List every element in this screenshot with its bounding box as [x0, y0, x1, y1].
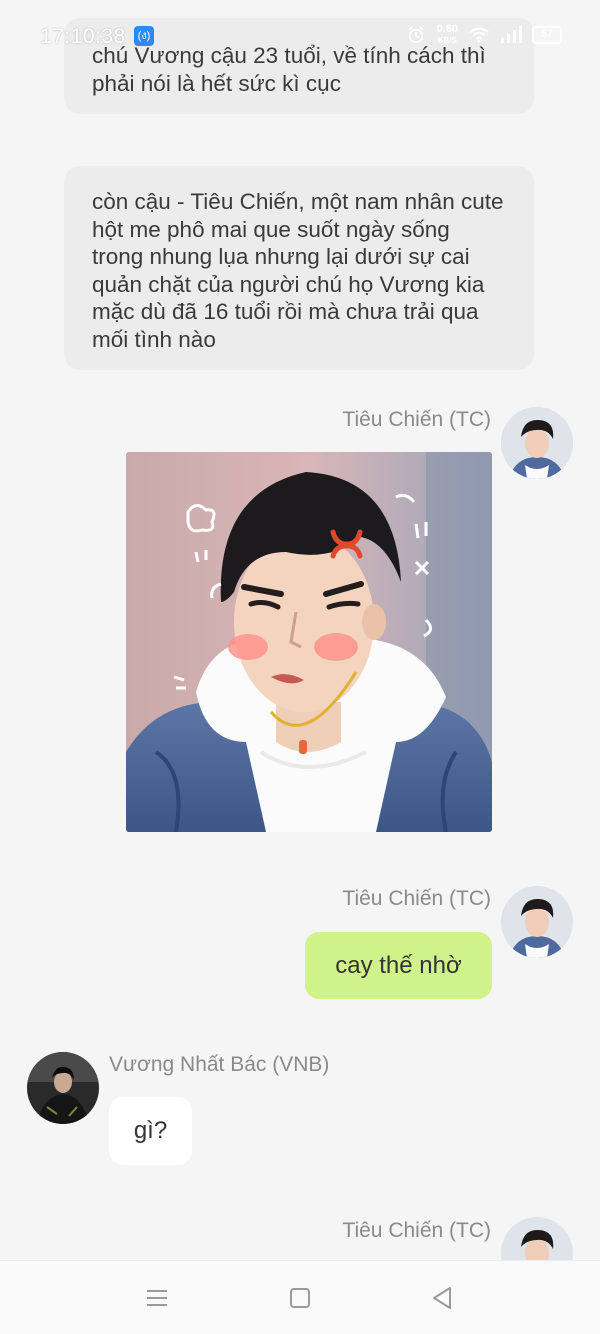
avatar-tc[interactable] [501, 407, 573, 479]
network-speed-unit: KB/S [437, 36, 457, 45]
avatar-tc[interactable] [501, 886, 573, 958]
received-message-bubble[interactable]: gì? [109, 1097, 192, 1165]
sender-name-vnb: Vương Nhất Bác (VNB) [109, 1053, 330, 1076]
battery-icon: 57 [532, 26, 562, 44]
sender-name-tc: Tiêu Chiến (TC) [342, 1219, 491, 1242]
network-speed: 0.80 KB/S [437, 24, 458, 46]
back-triangle-icon[interactable] [428, 1283, 458, 1313]
sender-name-tc: Tiêu Chiến (TC) [342, 887, 491, 910]
home-square-icon[interactable] [285, 1283, 315, 1313]
sticker-image[interactable] [126, 452, 492, 832]
message-text: gì? [133, 1117, 168, 1144]
menu-icon[interactable] [142, 1283, 172, 1313]
sent-message-bubble[interactable]: cay thế nhờ [305, 932, 492, 999]
notification-badge-icon: (ง) [134, 26, 154, 46]
sender-name-tc: Tiêu Chiến (TC) [342, 408, 491, 431]
navigation-bar [0, 1260, 600, 1334]
message-text: cay thế nhờ [335, 951, 462, 979]
status-icons: 0.80 KB/S 57 [405, 24, 562, 46]
signal-icon [501, 26, 522, 43]
status-time: 17:10:38 [40, 25, 126, 48]
wifi-icon [469, 27, 489, 43]
alarm-icon [407, 26, 424, 44]
avatar-vnb[interactable] [27, 1052, 99, 1124]
status-bar: 17:10:38 (ง) 0.80 KB/S 57 [0, 0, 600, 74]
narration-text: còn cậu - Tiêu Chiến, một nam nhân cute … [92, 189, 504, 352]
narration-bubble: còn cậu - Tiêu Chiến, một nam nhân cute … [64, 166, 534, 370]
network-speed-value: 0.80 [436, 23, 458, 35]
